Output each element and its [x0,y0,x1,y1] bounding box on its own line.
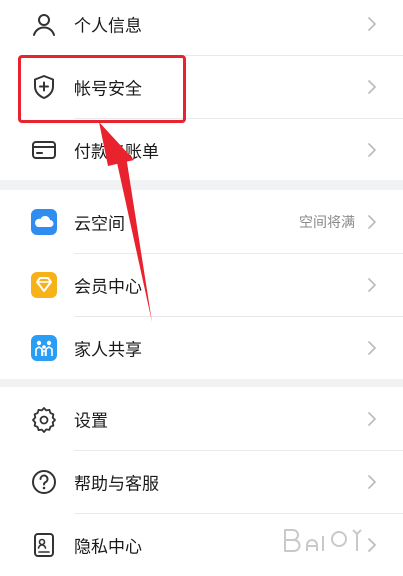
gear-icon [30,405,58,433]
person-icon [30,10,58,38]
menu-item-label: 帮助与客服 [74,474,159,494]
card-icon [30,136,58,164]
menu-item-payment-billing[interactable]: 付款与账单 [0,118,403,181]
menu-item-settings[interactable]: 设置 [0,387,403,450]
help-circle-icon [30,468,58,496]
family-share-icon [30,334,58,362]
chevron-right-icon [367,142,377,158]
menu-item-label: 家人共享 [74,340,142,360]
baidu-watermark-logo [281,522,373,556]
menu-item-member-center[interactable]: 会员中心 [0,253,403,316]
menu-item-label: 云空间 [74,214,125,234]
chevron-right-icon [367,340,377,356]
privacy-id-icon [30,531,58,559]
chevron-right-icon [367,214,377,230]
menu-item-label: 会员中心 [74,277,142,297]
chevron-right-icon [367,411,377,427]
chevron-right-icon [367,277,377,293]
chevron-right-icon [367,474,377,490]
services-section: 云空间 空间将满 会员中心 家人共享 [0,190,403,379]
chevron-right-icon [367,16,377,32]
chevron-right-icon [367,79,377,95]
menu-item-help-support[interactable]: 帮助与客服 [0,450,403,513]
menu-item-label: 个人信息 [74,16,142,36]
member-diamond-icon [30,271,58,299]
menu-item-label: 设置 [74,411,108,431]
menu-item-family-sharing[interactable]: 家人共享 [0,316,403,379]
menu-item-label: 隐私中心 [74,537,142,557]
highlight-box [18,55,186,123]
storage-status: 空间将满 [299,214,355,231]
menu-item-personal-info[interactable]: 个人信息 [0,0,403,55]
menu-item-cloud-space[interactable]: 云空间 空间将满 [0,190,403,253]
cloud-icon [30,208,58,236]
menu-item-label: 付款与账单 [74,142,159,162]
